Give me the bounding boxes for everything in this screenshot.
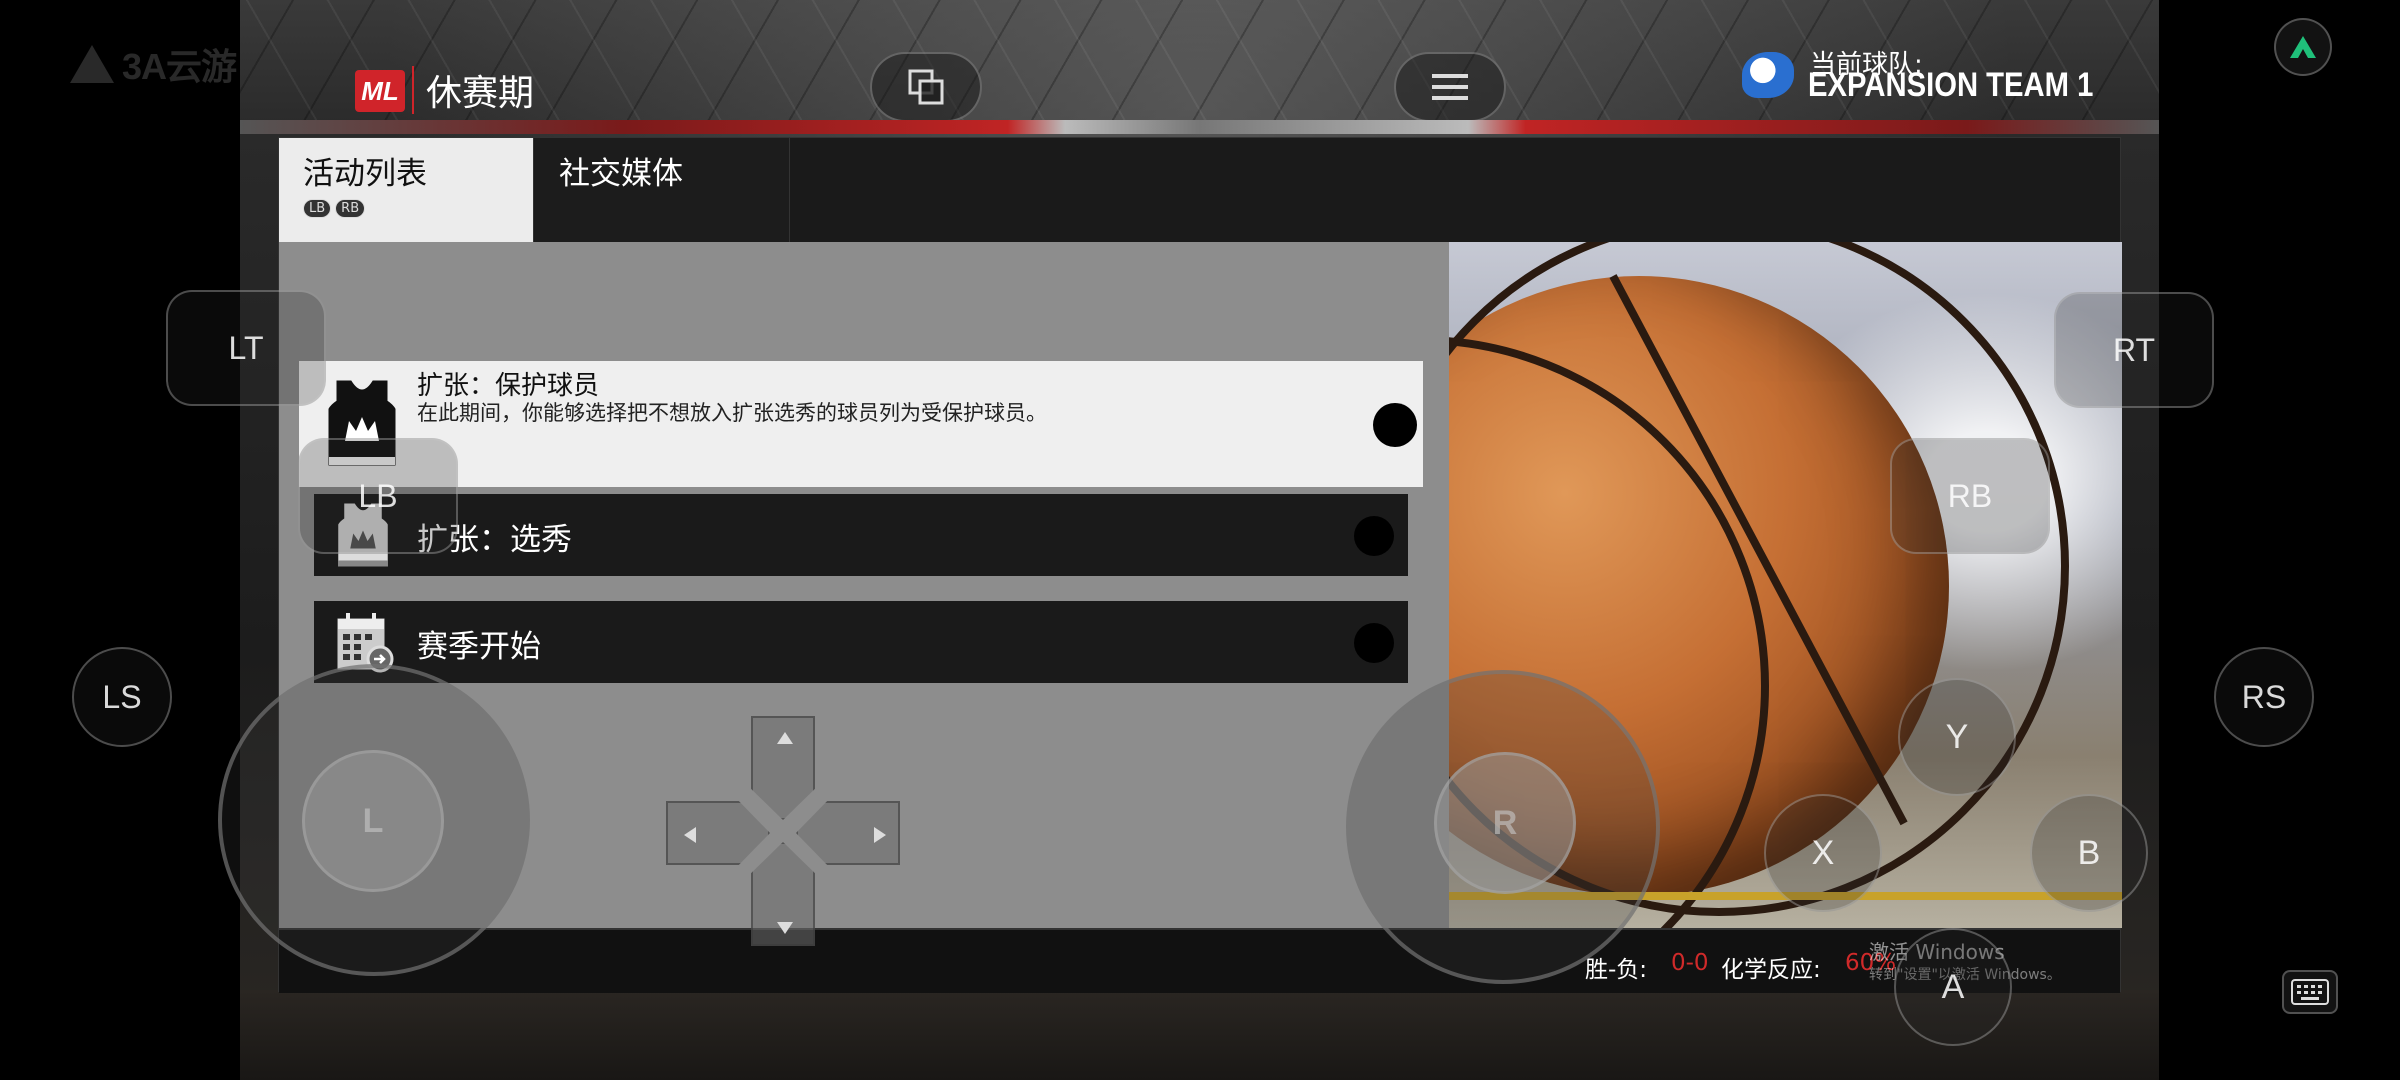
rb-button[interactable]: RB [1890, 438, 2050, 554]
right-stick[interactable]: R [1434, 752, 1576, 894]
x-button[interactable]: X [1764, 794, 1882, 912]
event-status-dot [1373, 403, 1417, 447]
team-logo-icon [1742, 52, 1794, 98]
tab-activity-list[interactable]: 活动列表 LB RB [279, 138, 534, 242]
overlay-home-button[interactable] [2274, 18, 2332, 76]
tab-activity-label: 活动列表 [303, 156, 427, 192]
tab-social-media[interactable]: 社交媒体 [535, 138, 790, 242]
tab-bar: 活动列表 LB RB 社交媒体 [279, 138, 2120, 242]
keyboard-button[interactable] [2282, 970, 2338, 1014]
status-footer: 胜-负: 0-0 化学反应: 60% 激活 Windows 转到"设置"以激活 … [279, 928, 2120, 993]
event-description: 在此期间，你能够选择把不想放入扩张选秀的球员列为受保护球员。 [417, 401, 1047, 425]
arrow-up-icon [777, 732, 793, 744]
arrow-left-icon [684, 827, 696, 843]
page-title: 休赛期 [426, 73, 535, 114]
cloud-gaming-watermark: 3A云游 [70, 38, 237, 90]
top-header: ML 休赛期 当前球队: EXPANSION TEAM 1 [240, 0, 2159, 134]
left-stick[interactable]: L [302, 750, 444, 892]
bumper-hint: LB RB [303, 199, 509, 218]
record-label: 胜-负: [1585, 957, 1648, 983]
menu-button[interactable] [1394, 52, 1506, 122]
window-toggle-icon [908, 69, 944, 105]
keyboard-icon [2291, 979, 2329, 1005]
ml-logo: ML [355, 70, 405, 112]
event-title: 赛季开始 [417, 629, 541, 665]
watermark-text: 3A云游 [122, 46, 237, 87]
y-button[interactable]: Y [1898, 678, 2016, 796]
watermark-logo-icon [70, 45, 114, 83]
lb-hint-icon: LB [303, 199, 332, 218]
a-button[interactable]: A [1894, 928, 2012, 1046]
chemistry-label: 化学反应: [1721, 957, 1821, 983]
b-button[interactable]: B [2030, 794, 2148, 912]
record-value: 0-0 [1671, 950, 1709, 976]
event-row-expansion-draft[interactable]: 扩张：选秀 [314, 494, 1408, 576]
tab-social-label: 社交媒体 [559, 156, 683, 192]
rt-button[interactable]: RT [2054, 292, 2214, 408]
logo-divider [412, 66, 414, 114]
arena-floor [240, 990, 2159, 1080]
arrow-right-icon [874, 827, 886, 843]
view-toggle-button[interactable] [870, 52, 982, 122]
arrow-down-icon [777, 922, 793, 934]
event-row-protect-players[interactable]: 扩张：保护球员 在此期间，你能够选择把不想放入扩张选秀的球员列为受保护球员。 [299, 361, 1423, 487]
rs-button[interactable]: RS [2214, 647, 2314, 747]
header-stripe [240, 120, 2159, 134]
lb-button[interactable]: LB [298, 438, 458, 554]
current-team-name: EXPANSION TEAM 1 [1808, 66, 2094, 104]
green-arrow-icon [2290, 36, 2316, 58]
ls-button[interactable]: LS [72, 647, 172, 747]
rb-hint-icon: RB [335, 199, 366, 218]
event-status-dot [1354, 516, 1394, 556]
lt-button[interactable]: LT [166, 290, 326, 406]
event-row-season-start[interactable]: 赛季开始 [314, 601, 1408, 683]
event-status-dot [1354, 623, 1394, 663]
hamburger-icon [1432, 74, 1468, 100]
